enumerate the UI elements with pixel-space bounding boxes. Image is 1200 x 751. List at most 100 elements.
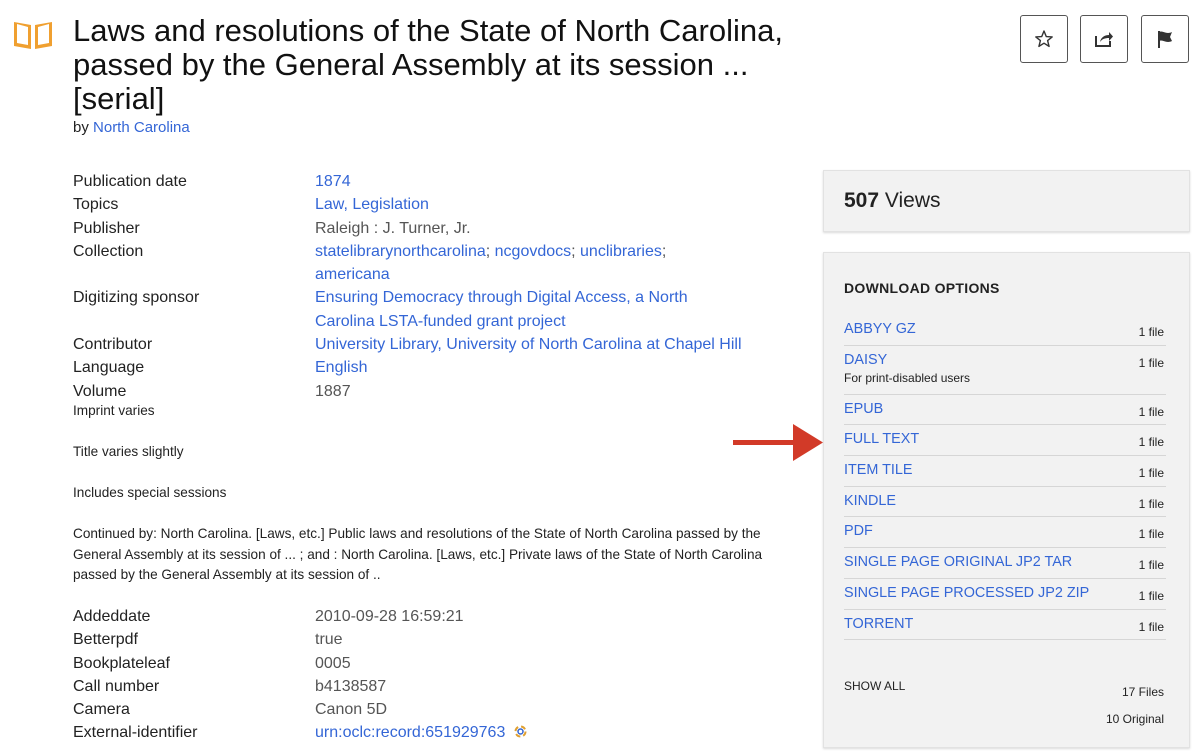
- collection-link[interactable]: ncgovdocs: [495, 243, 572, 260]
- metadata-row: External-identifier urn:oclc:record:6519…: [73, 721, 773, 744]
- download-epub-link[interactable]: EPUB: [844, 401, 883, 417]
- sponsor-link[interactable]: Ensuring Democracy through Digital Acces…: [315, 289, 688, 329]
- file-count: 1 file: [1138, 435, 1164, 450]
- download-item: SINGLE PAGE ORIGINAL JP2 TAR 1 file: [844, 548, 1166, 579]
- metadata-list: Publication date 1874 Topics Law, Legisl…: [73, 170, 773, 403]
- volume-value: 1887: [315, 382, 351, 400]
- metadata-key: Publisher: [73, 219, 140, 237]
- metadata-row: Digitizing sponsor Ensuring Democracy th…: [73, 286, 773, 333]
- download-list: ABBYY GZ 1 file DAISY For print-disabled…: [844, 315, 1166, 641]
- annotation-arrow-icon: [733, 424, 823, 461]
- worldcat-icon: [514, 725, 527, 738]
- metadata-row: Language English: [73, 356, 773, 379]
- download-kindle-link[interactable]: KINDLE: [844, 493, 896, 509]
- metadata-key: Contributor: [73, 336, 153, 354]
- views-counter: 507 Views: [823, 170, 1190, 232]
- metadata-row: Camera Canon 5D: [73, 698, 773, 721]
- metadata-value: b4138587: [315, 677, 387, 695]
- collection-links: statelibrarynorthcarolina; ncgovdocs; un…: [315, 242, 667, 284]
- metadata-row: Publication date 1874: [73, 170, 773, 193]
- open-book-icon: [14, 22, 52, 49]
- metadata-key: Publication date: [73, 173, 187, 190]
- metadata-key: Collection: [73, 242, 144, 260]
- favorite-button[interactable]: [1020, 15, 1068, 63]
- metadata-key: Digitizing sponsor: [73, 289, 200, 307]
- download-item-tile-link[interactable]: ITEM TILE: [844, 462, 913, 478]
- byline-prefix: by: [73, 119, 89, 136]
- collection-link[interactable]: statelibrarynorthcarolina: [315, 243, 486, 260]
- metadata-row: Publisher Raleigh : J. Turner, Jr.: [73, 217, 773, 240]
- author-link[interactable]: North Carolina: [93, 119, 190, 136]
- metadata-row: Contributor University Library, Universi…: [73, 333, 773, 356]
- metadata-row: Volume 1887: [73, 380, 773, 403]
- original-files-count: 10 Original: [1105, 712, 1164, 726]
- language-link[interactable]: English: [315, 359, 367, 376]
- file-count: 1 file: [1138, 588, 1164, 603]
- contributor-link[interactable]: University Library, University of North …: [315, 336, 742, 353]
- views-count: 507: [844, 189, 880, 212]
- star-icon: [1035, 30, 1053, 48]
- file-count: 1 file: [1138, 404, 1164, 419]
- download-item: ITEM TILE 1 file: [844, 456, 1166, 487]
- show-all-button[interactable]: SHOW ALL: [844, 679, 905, 693]
- metadata-key: Language: [73, 359, 145, 377]
- page-title: Laws and resolutions of the State of Nor…: [73, 13, 783, 116]
- metadata-key: Addeddate: [73, 608, 151, 625]
- share-button[interactable]: [1080, 15, 1128, 63]
- download-daisy-link[interactable]: DAISY: [844, 352, 887, 368]
- file-count: 1 file: [1138, 619, 1164, 634]
- note-text: Imprint varies: [73, 403, 155, 418]
- metadata-key: Volume: [73, 382, 127, 400]
- download-item: PDF 1 file: [844, 517, 1166, 549]
- note-text: Continued by: North Carolina. [Laws, etc…: [73, 526, 763, 582]
- file-count: 1 file: [1138, 558, 1164, 573]
- file-count: 1 file: [1138, 496, 1164, 511]
- download-torrent-link[interactable]: TORRENT: [844, 616, 913, 632]
- publication-date-link[interactable]: 1874: [315, 173, 351, 190]
- download-jp2-zip-link[interactable]: SINGLE PAGE PROCESSED JP2 ZIP: [844, 585, 1089, 601]
- flag-icon: [1158, 31, 1172, 48]
- external-identifier-link[interactable]: urn:oclc:record:651929763: [315, 724, 505, 741]
- metadata-key: Camera: [73, 701, 130, 719]
- views-label: Views: [884, 189, 941, 212]
- metadata-row: Collection statelibrarynorthcarolina; nc…: [73, 240, 773, 287]
- metadata-key: Bookplateleaf: [73, 654, 170, 672]
- file-count: 1 file: [1138, 355, 1164, 370]
- metadata-key: Call number: [73, 677, 160, 695]
- daisy-note: For print-disabled users: [844, 370, 971, 385]
- metadata-key: Betterpdf: [73, 631, 138, 649]
- download-options-panel: DOWNLOAD OPTIONS ABBYY GZ 1 file DAISY F…: [823, 252, 1190, 748]
- share-icon: [1095, 32, 1113, 47]
- flag-button[interactable]: [1141, 15, 1189, 63]
- note-text: Includes special sessions: [73, 485, 227, 500]
- download-pdf-link[interactable]: PDF: [844, 523, 873, 539]
- metadata-row: Addeddate 2010-09-28 16:59:21: [73, 605, 773, 628]
- metadata-row: Bookplateleaf 0005: [73, 652, 773, 675]
- download-item: SINGLE PAGE PROCESSED JP2 ZIP 1 file: [844, 579, 1166, 610]
- download-item: TORRENT 1 file: [844, 610, 1166, 641]
- metadata-list-extended: Addeddate 2010-09-28 16:59:21 Betterpdf …: [73, 605, 773, 745]
- metadata-value: true: [315, 631, 343, 649]
- download-item: ABBYY GZ 1 file: [844, 315, 1166, 346]
- collection-link[interactable]: unclibraries: [580, 243, 662, 260]
- metadata-row: Call number b4138587: [73, 675, 773, 698]
- download-abbyy-gz-link[interactable]: ABBYY GZ: [844, 321, 916, 337]
- download-item: EPUB 1 file: [844, 395, 1166, 426]
- publisher-value: Raleigh : J. Turner, Jr.: [315, 219, 471, 237]
- download-item: DAISY For print-disabled users 1 file: [844, 346, 1166, 395]
- download-options-heading: DOWNLOAD OPTIONS: [844, 280, 1000, 296]
- total-files-count: 17 Files: [1121, 685, 1164, 699]
- metadata-value: 0005: [315, 654, 351, 672]
- note-text: Title varies slightly: [73, 444, 184, 459]
- description-notes: Imprint varies Title varies slightly Inc…: [73, 401, 763, 606]
- metadata-value: Canon 5D: [315, 701, 388, 719]
- metadata-row: Betterpdf true: [73, 628, 773, 651]
- download-jp2-tar-link[interactable]: SINGLE PAGE ORIGINAL JP2 TAR: [844, 554, 1072, 570]
- download-full-text-link[interactable]: FULL TEXT: [844, 431, 919, 447]
- file-count: 1 file: [1138, 527, 1164, 542]
- metadata-key: Topics: [73, 196, 119, 214]
- byline: by North Carolina: [73, 119, 190, 136]
- topics-link[interactable]: Law, Legislation: [315, 196, 429, 213]
- file-count: 1 file: [1138, 325, 1164, 339]
- collection-link[interactable]: americana: [315, 266, 390, 283]
